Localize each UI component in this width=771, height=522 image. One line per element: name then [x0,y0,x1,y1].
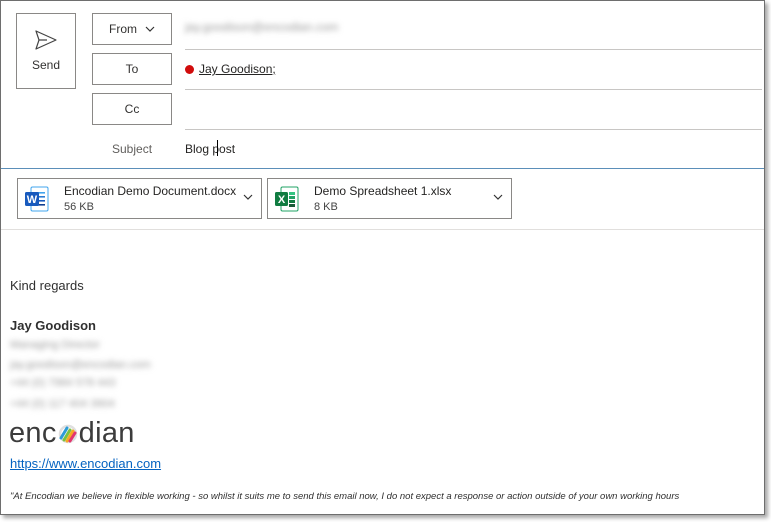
chevron-down-icon[interactable] [243,194,253,200]
subject-underline [1,168,764,169]
logo-o-icon [58,424,77,443]
presence-status-icon [185,64,194,74]
logo-text: enc [9,417,57,449]
recipient-token[interactable]: Jay Goodison; [185,62,276,76]
svg-text:X: X [278,194,286,206]
send-label: Send [31,58,61,72]
website-link[interactable]: https://www.encodian.com [10,456,161,471]
from-label: From [109,22,137,36]
divider [185,89,762,90]
signature-name: Jay Goodison [10,318,96,333]
divider [185,49,762,50]
divider [185,129,762,130]
subject-field[interactable]: Blog post [185,142,235,156]
chevron-down-icon [145,26,155,32]
attachment-name: Demo Spreadsheet 1.xlsx [314,184,452,198]
attachment-name: Encodian Demo Document.docx [64,184,237,198]
recipient-name: Jay Goodison; [199,62,276,76]
excel-icon: X [275,186,299,212]
signature-email: jay.goodison@encodian.com [10,359,151,371]
attachment-size: 56 KB [64,201,94,213]
to-button[interactable]: To [92,53,172,85]
word-icon: W [25,186,49,212]
cc-button[interactable]: Cc [92,93,172,125]
signature-phone: +44 (0) 7984 578 443 [10,377,116,389]
attachment-card[interactable]: X Demo Spreadsheet 1.xlsx 8 KB [267,178,512,219]
disclaimer-text: "At Encodian we believe in flexible work… [10,491,680,502]
chevron-down-icon[interactable] [493,194,503,200]
attachment-card[interactable]: W Encodian Demo Document.docx 56 KB [17,178,262,219]
to-label: To [125,62,139,76]
svg-text:W: W [27,194,38,206]
subject-label: Subject [112,142,153,156]
signature-phone: +44 (0) 117 404 3904 [10,398,115,410]
compose-window: Send From jay.goodison@encodian.com To J… [0,0,765,515]
attachment-size: 8 KB [314,201,338,213]
encodian-logo: enc dian [9,417,135,450]
from-button[interactable]: From [92,13,172,45]
cc-label: Cc [124,102,140,116]
signature-title: Managing Director [10,339,100,351]
logo-text: dian [78,417,135,449]
send-button[interactable]: Send [16,13,76,89]
greeting-text: Kind regards [10,278,84,293]
divider [1,229,764,230]
send-icon [35,30,57,50]
from-address: jay.goodison@encodian.com [185,20,339,34]
text-cursor [217,140,218,156]
